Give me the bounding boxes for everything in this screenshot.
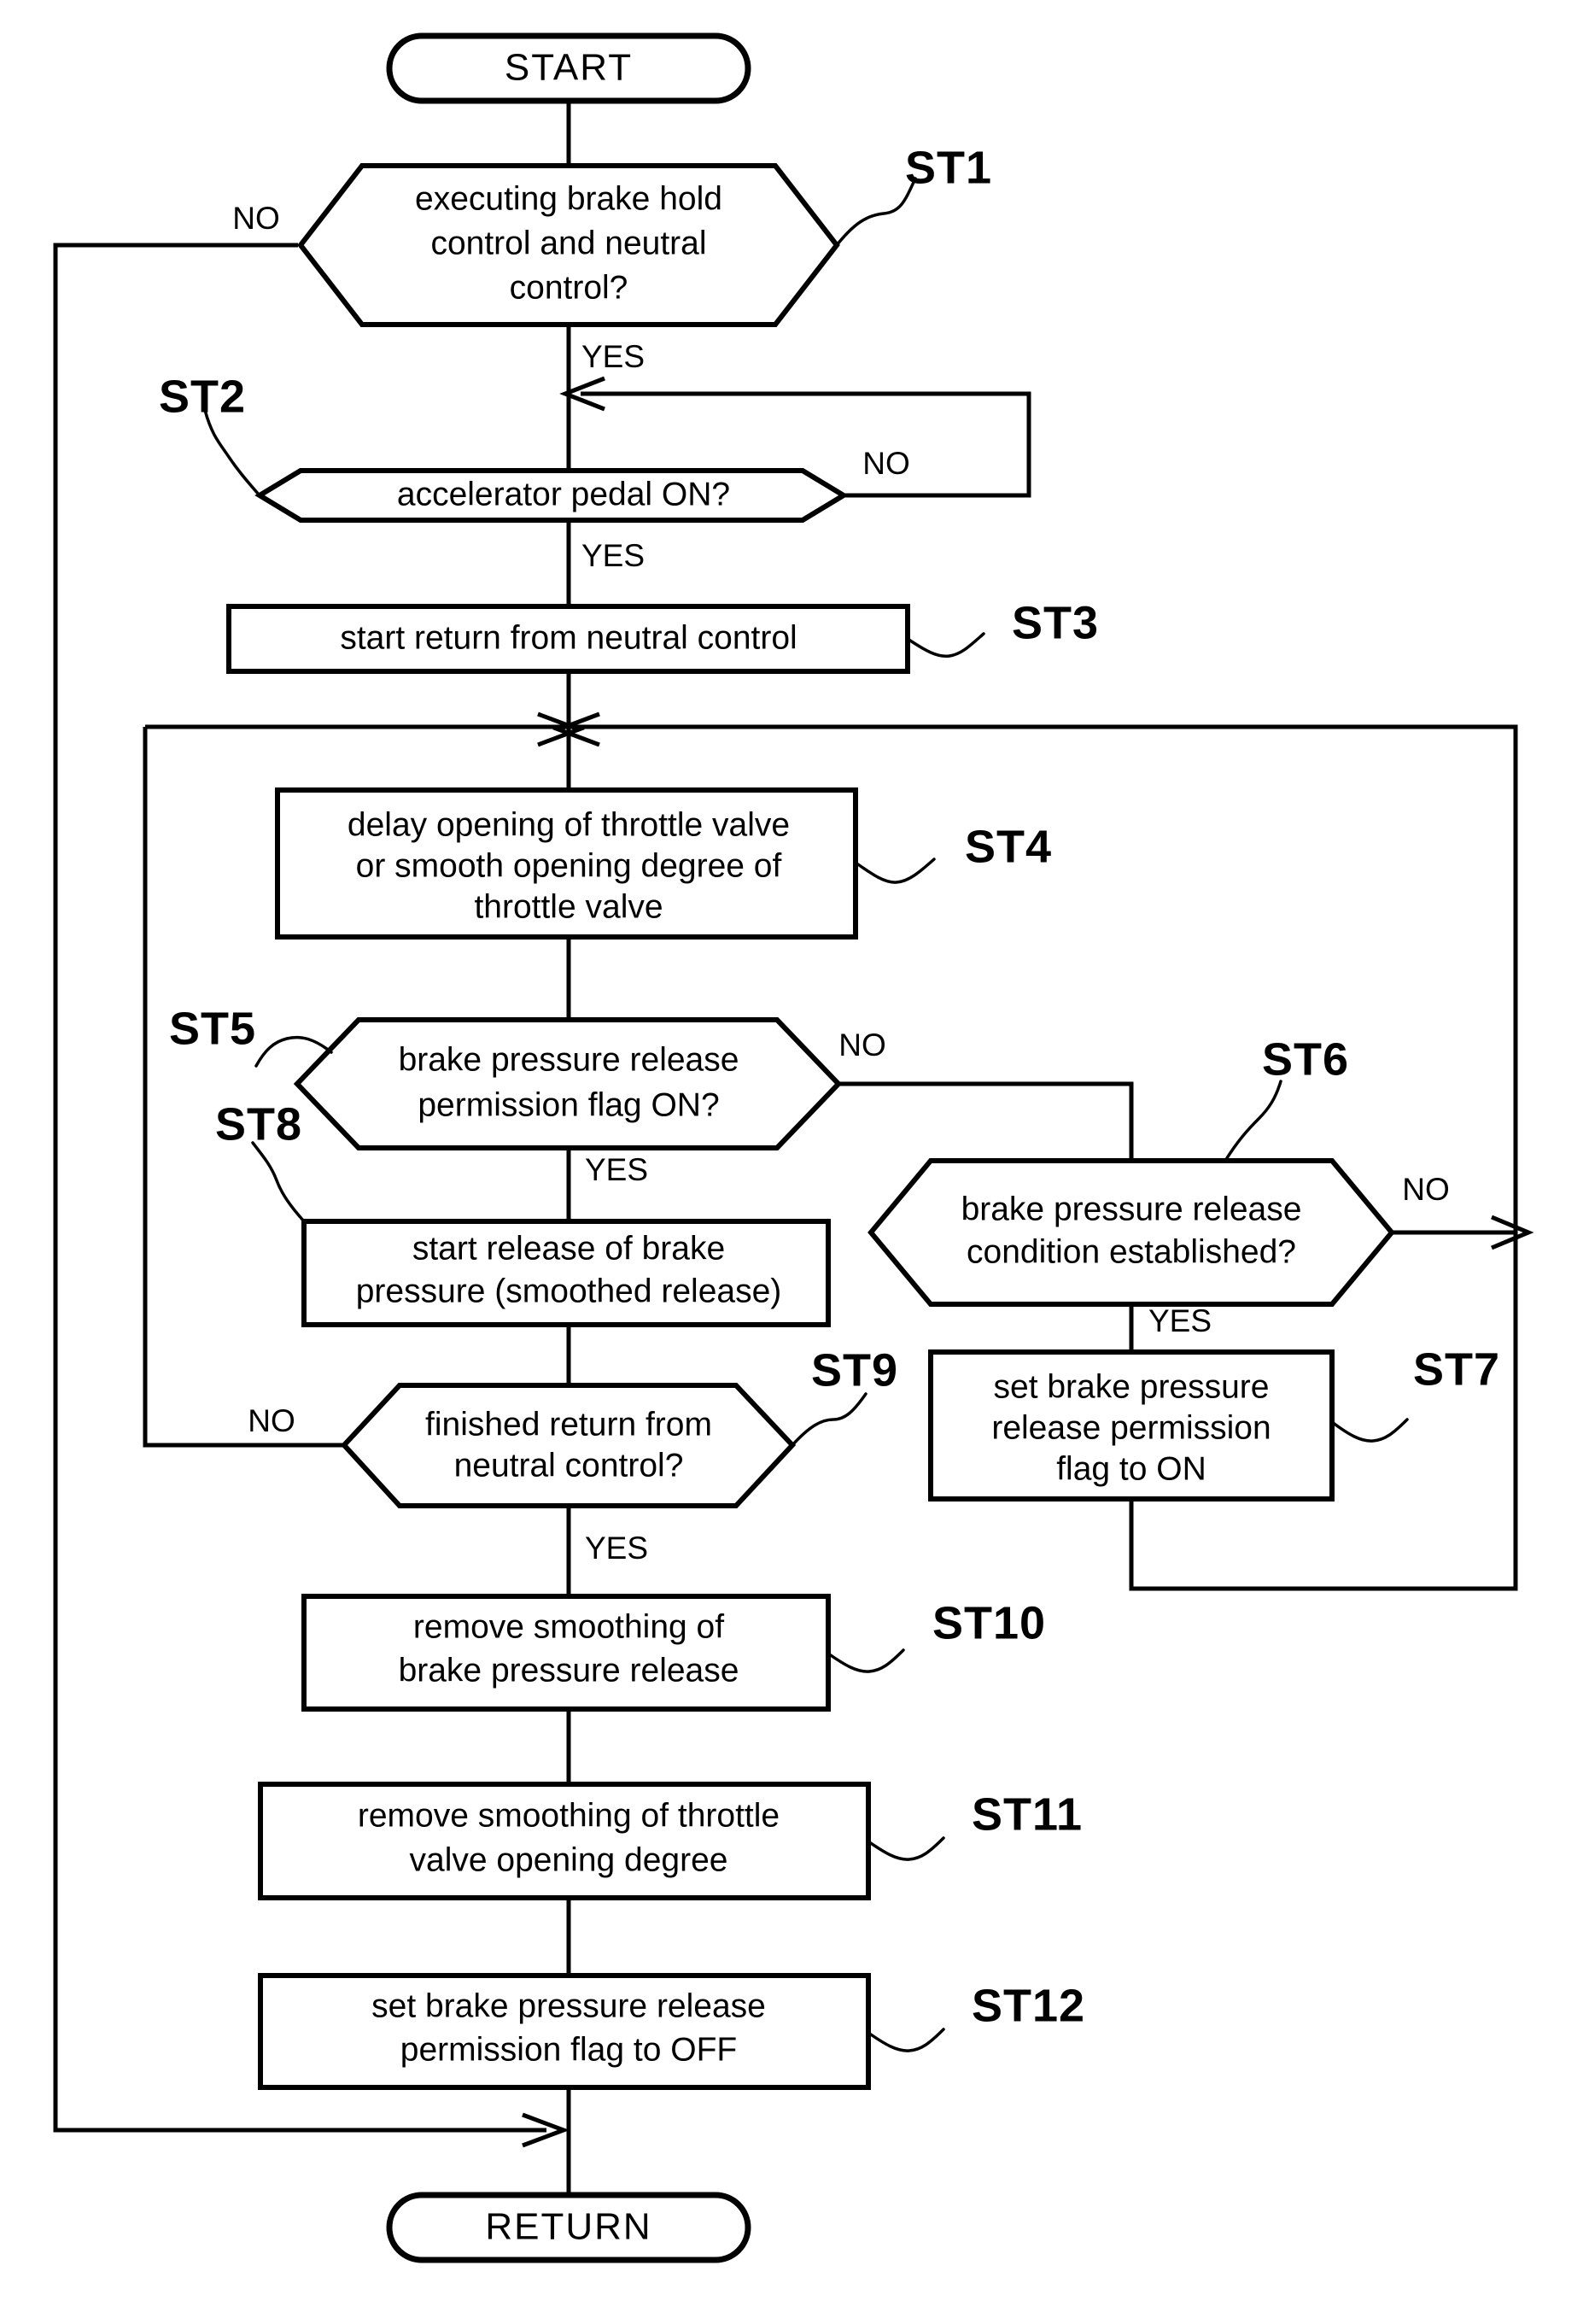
step-tag-st3: ST3	[1012, 597, 1099, 648]
branch-label-st6-yes: YES	[1148, 1303, 1212, 1338]
branch-label-st5-yes: YES	[585, 1152, 648, 1187]
node-st3-line1: start return from neutral control	[340, 619, 797, 656]
step-tag-st9: ST9	[811, 1344, 898, 1396]
node-st9-line2: neutral control?	[454, 1447, 684, 1484]
node-st1-line2: control and neutral	[430, 225, 706, 261]
leader-st8	[251, 1141, 306, 1223]
leader-st2	[203, 408, 261, 497]
step-tag-st11: ST11	[972, 1788, 1083, 1840]
leader-st7	[1330, 1418, 1409, 1443]
leader-st4	[854, 858, 936, 884]
leader-st12	[867, 2028, 945, 2052]
branch-label-st9-no: NO	[248, 1403, 295, 1438]
node-st5-shape	[293, 1017, 843, 1150]
node-st9-shape	[340, 1383, 797, 1508]
leader-st6	[1224, 1080, 1282, 1162]
step-tag-st4: ST4	[965, 821, 1052, 872]
leader-st1	[835, 177, 917, 247]
branch-label-st6-no: NO	[1402, 1172, 1450, 1207]
step-tag-st12: ST12	[972, 1980, 1085, 2031]
node-st4-line1: delay opening of throttle valve	[348, 806, 790, 843]
node-st10-line1: remove smoothing of	[413, 1608, 724, 1645]
leader-st10	[827, 1648, 905, 1673]
node-st6-shape	[868, 1158, 1395, 1307]
step-tag-st2: ST2	[159, 371, 246, 422]
step-tag-st1: ST1	[905, 142, 992, 193]
edge-st5-no	[837, 1081, 1134, 1161]
node-start-label: START	[505, 47, 633, 89]
leader-st3	[906, 632, 985, 659]
step-tag-st7: ST7	[1413, 1343, 1500, 1395]
node-st7-line3: flag to ON	[1056, 1450, 1206, 1487]
node-st4-line2: or smooth opening degree of	[356, 847, 782, 884]
node-st9-line1: finished return from	[425, 1406, 712, 1443]
node-st10-line2: brake pressure release	[399, 1652, 739, 1689]
branch-label-st2-no: NO	[862, 446, 910, 481]
node-return-label: RETURN	[485, 2206, 651, 2248]
node-st11-line2: valve opening degree	[410, 1841, 728, 1878]
branch-label-st1-no: NO	[232, 201, 280, 236]
node-st2-line1: accelerator pedal ON?	[397, 476, 730, 512]
node-st7-line2: release permission	[991, 1409, 1271, 1446]
step-tag-st10: ST10	[932, 1597, 1046, 1648]
branch-label-st5-no: NO	[838, 1027, 886, 1062]
branch-label-st2-yes: YES	[581, 538, 645, 573]
node-st8-line2: pressure (smoothed release)	[356, 1273, 782, 1309]
node-st11-line1: remove smoothing of throttle	[358, 1797, 780, 1834]
node-st12-line1: set brake pressure release	[371, 1987, 766, 2024]
flowchart-page: START executing brake hold control and n…	[0, 0, 1589, 2324]
node-st12-line2: permission flag to OFF	[400, 2031, 737, 2068]
step-tag-st6: ST6	[1262, 1033, 1349, 1085]
flowchart-canvas: START executing brake hold control and n…	[53, 32, 1534, 2263]
node-st6-line2: condition established?	[967, 1233, 1296, 1270]
step-tag-st8: ST8	[215, 1098, 302, 1150]
node-st5-line2: permission flag ON?	[418, 1086, 719, 1123]
node-st1-line3: control?	[510, 269, 628, 306]
node-st7-line1: set brake pressure	[994, 1368, 1270, 1405]
node-st4-line3: throttle valve	[474, 888, 663, 925]
node-st8-line1: start release of brake	[412, 1230, 725, 1267]
leader-st9	[791, 1392, 868, 1447]
node-st5-line1: brake pressure release	[399, 1041, 739, 1078]
node-st1-line1: executing brake hold	[415, 180, 722, 217]
branch-label-st9-yes: YES	[585, 1531, 648, 1566]
node-st6-line1: brake pressure release	[961, 1191, 1302, 1227]
step-tag-st5: ST5	[169, 1003, 256, 1054]
leader-st11	[867, 1836, 945, 1861]
branch-label-st1-yes: YES	[581, 339, 645, 374]
